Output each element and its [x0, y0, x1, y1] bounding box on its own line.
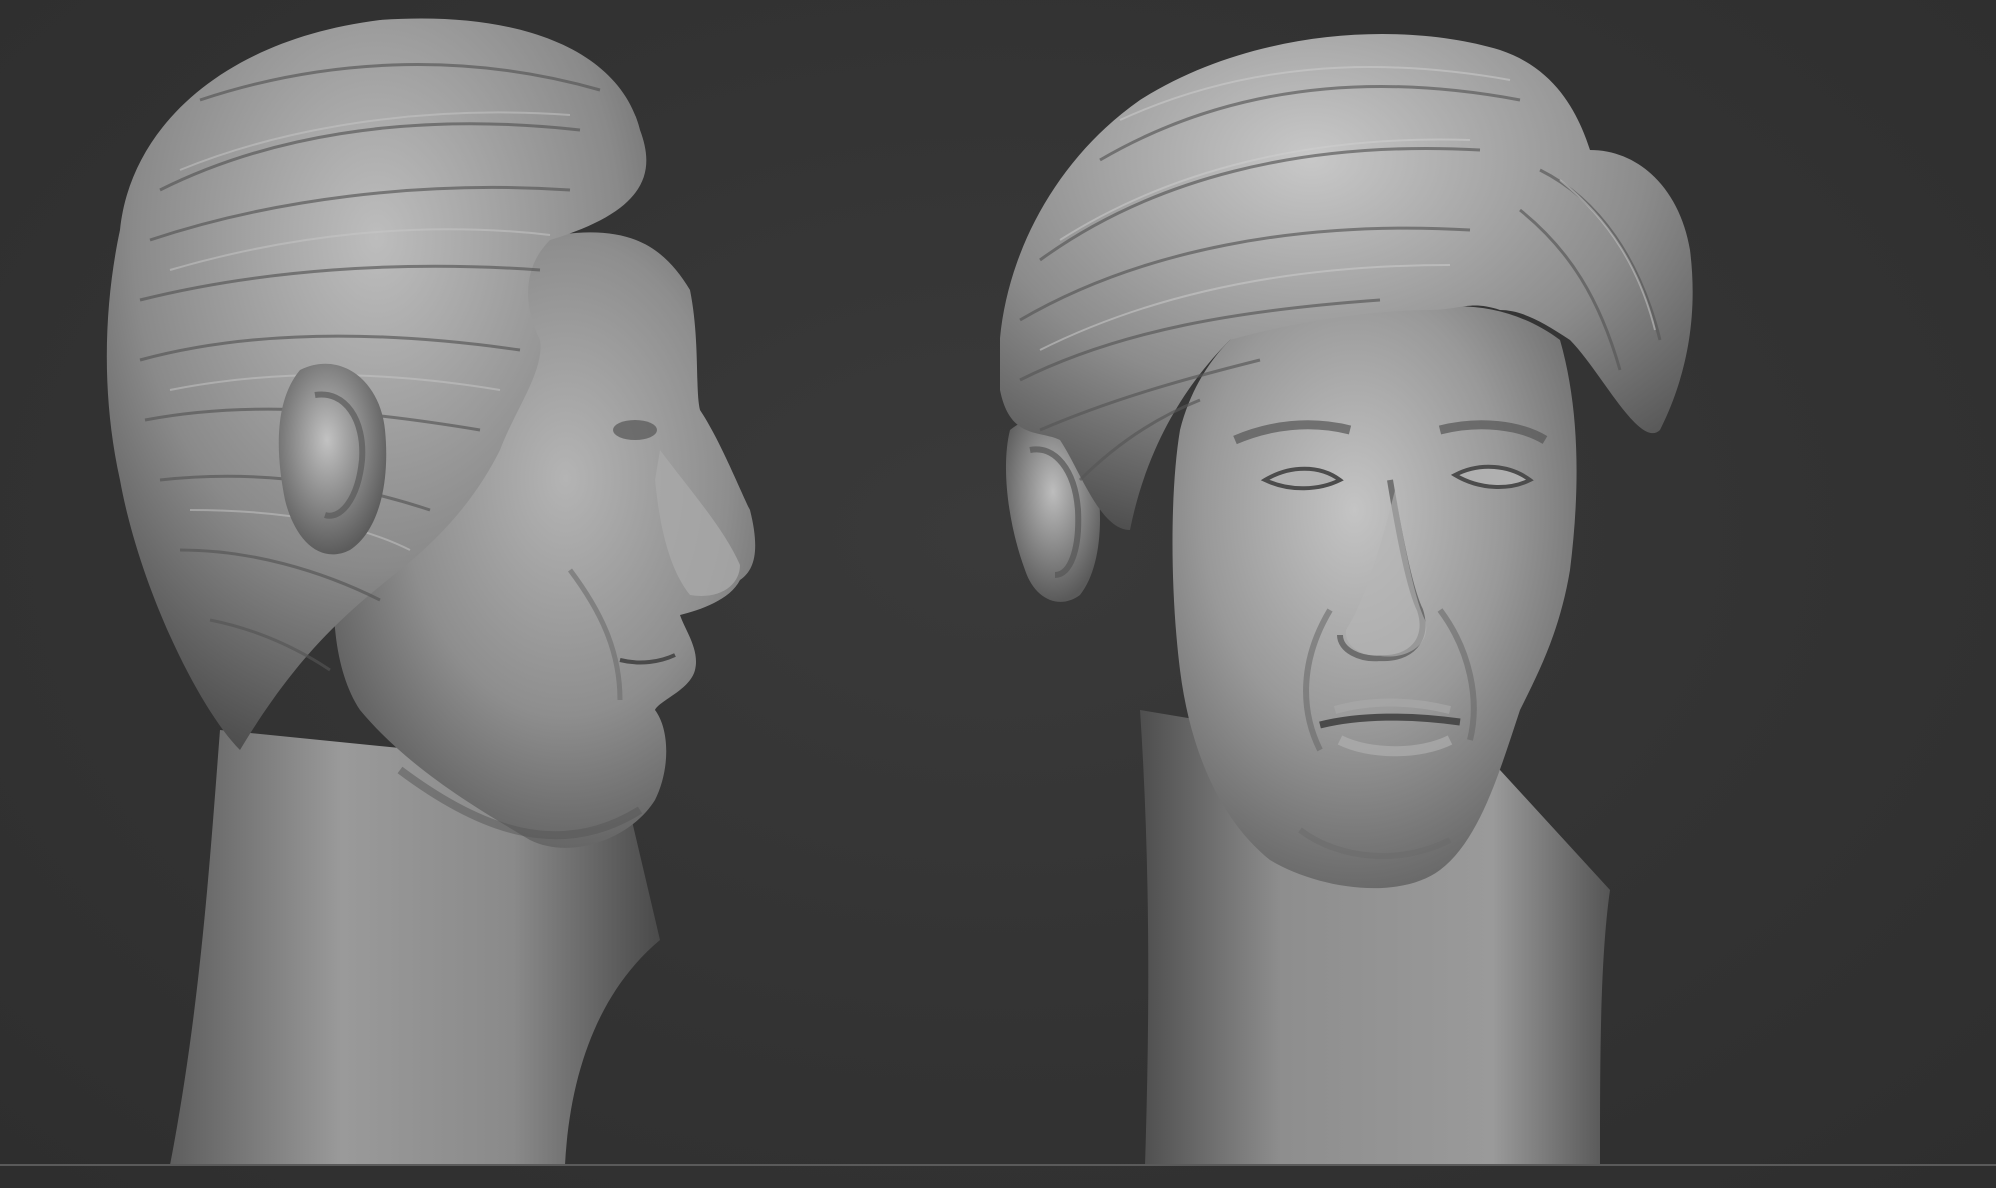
profile-ear [278, 363, 387, 555]
ground-plane-line [0, 1164, 1996, 1166]
head-three-quarter-model[interactable] [1000, 10, 1800, 1180]
profile-eye [613, 420, 657, 440]
head-profile-model[interactable] [100, 10, 960, 1180]
sculpt-viewport[interactable] [0, 0, 1996, 1188]
